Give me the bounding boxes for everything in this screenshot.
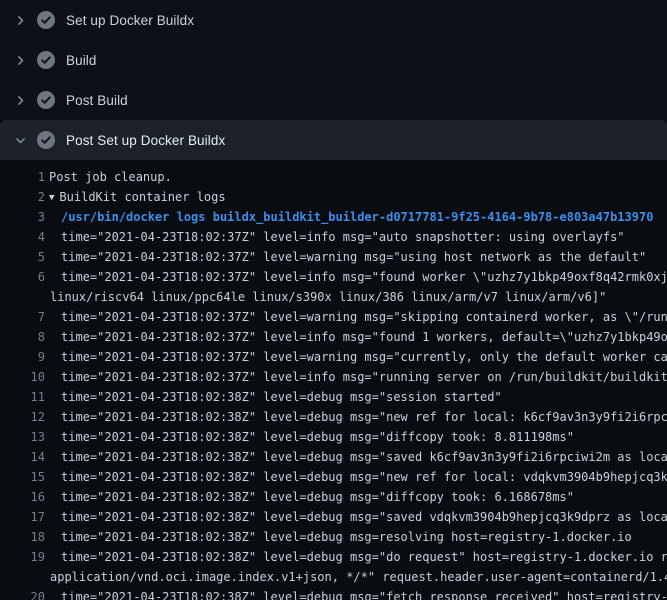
step-label: Build: [66, 53, 97, 68]
log-row: 5time="2021-04-23T18:02:37Z" level=warni…: [0, 247, 667, 267]
log-row: 15time="2021-04-23T18:02:38Z" level=debu…: [0, 467, 667, 487]
line-number[interactable]: 20: [0, 587, 45, 600]
chevron-right-icon[interactable]: [13, 13, 27, 27]
chevron-right-icon[interactable]: [13, 93, 27, 107]
line-number: [0, 567, 45, 587]
success-check-icon: [37, 131, 55, 149]
log-row: 18time="2021-04-23T18:02:38Z" level=debu…: [0, 527, 667, 547]
line-number[interactable]: 10: [0, 367, 45, 387]
line-number[interactable]: 1: [0, 167, 45, 187]
step-label: Post Set up Docker Buildx: [66, 133, 225, 148]
line-number[interactable]: 4: [0, 227, 45, 247]
line-number[interactable]: 18: [0, 527, 45, 547]
step-label: Set up Docker Buildx: [66, 13, 194, 28]
log-text: time="2021-04-23T18:02:38Z" level=debug …: [45, 587, 667, 600]
log-row: 9time="2021-04-23T18:02:37Z" level=warni…: [0, 347, 667, 367]
log-text: time="2021-04-23T18:02:37Z" level=info m…: [45, 367, 667, 387]
log-text: application/vnd.oci.image.index.v1+json,…: [45, 567, 667, 587]
log-row: 20time="2021-04-23T18:02:38Z" level=debu…: [0, 587, 667, 600]
chevron-right-icon[interactable]: [13, 53, 27, 67]
step-row[interactable]: Post Build: [0, 80, 667, 120]
line-number[interactable]: 6: [0, 267, 45, 287]
step-label: Post Build: [66, 93, 128, 108]
success-check-icon: [37, 91, 55, 109]
line-number[interactable]: 2: [0, 187, 45, 207]
log-text: time="2021-04-23T18:02:37Z" level=info m…: [45, 227, 625, 247]
log-text: time="2021-04-23T18:02:38Z" level=debug …: [45, 467, 667, 487]
log-text: time="2021-04-23T18:02:38Z" level=debug …: [45, 387, 502, 407]
line-number[interactable]: 8: [0, 327, 45, 347]
log-text: time="2021-04-23T18:02:38Z" level=debug …: [45, 527, 632, 547]
log-text: time="2021-04-23T18:02:37Z" level=warnin…: [45, 307, 667, 327]
log-text: ▼ BuildKit container logs: [45, 187, 226, 207]
log-text: time="2021-04-23T18:02:38Z" level=debug …: [45, 507, 667, 527]
log-row: 14time="2021-04-23T18:02:38Z" level=debu…: [0, 447, 667, 467]
log-text: time="2021-04-23T18:02:38Z" level=debug …: [45, 487, 574, 507]
log-row: 10time="2021-04-23T18:02:37Z" level=info…: [0, 367, 667, 387]
group-label[interactable]: BuildKit container logs: [59, 190, 225, 204]
line-number[interactable]: 9: [0, 347, 45, 367]
step-row[interactable]: Set up Docker Buildx: [0, 0, 667, 40]
line-number[interactable]: 16: [0, 487, 45, 507]
log-text: linux/riscv64 linux/ppc64le linux/s390x …: [45, 287, 606, 307]
log-row: application/vnd.oci.image.index.v1+json,…: [0, 567, 667, 587]
log-text: time="2021-04-23T18:02:37Z" level=info m…: [45, 327, 667, 347]
log-text: time="2021-04-23T18:02:38Z" level=debug …: [45, 547, 667, 567]
success-check-icon: [37, 11, 55, 29]
log-area: 1Post job cleanup.2▼ BuildKit container l…: [0, 160, 667, 600]
line-number[interactable]: 19: [0, 547, 45, 567]
log-row: linux/riscv64 linux/ppc64le linux/s390x …: [0, 287, 667, 307]
log-row: 1Post job cleanup.: [0, 167, 667, 187]
workflow-log-panel: Set up Docker Buildx Build Post Build Post …: [0, 0, 667, 600]
step-row[interactable]: Build: [0, 40, 667, 80]
log-text: time="2021-04-23T18:02:38Z" level=debug …: [45, 447, 667, 467]
log-text: time="2021-04-23T18:02:38Z" level=debug …: [45, 407, 667, 427]
log-row: 3/usr/bin/docker logs buildx_buildkit_bu…: [0, 207, 667, 227]
log-row: 16time="2021-04-23T18:02:38Z" level=debu…: [0, 487, 667, 507]
log-row: 2▼ BuildKit container logs: [0, 187, 667, 207]
steps-list: Set up Docker Buildx Build Post Build Post …: [0, 0, 667, 160]
log-text: time="2021-04-23T18:02:37Z" level=info m…: [45, 267, 667, 287]
group-toggle-icon[interactable]: ▼: [49, 188, 54, 208]
log-row: 13time="2021-04-23T18:02:38Z" level=debu…: [0, 427, 667, 447]
line-number[interactable]: 3: [0, 207, 45, 227]
success-check-icon: [37, 51, 55, 69]
line-number[interactable]: 17: [0, 507, 45, 527]
log-row: 12time="2021-04-23T18:02:38Z" level=debu…: [0, 407, 667, 427]
command-text: /usr/bin/docker logs buildx_buildkit_bui…: [45, 207, 653, 227]
line-number[interactable]: 7: [0, 307, 45, 327]
step-row[interactable]: Post Set up Docker Buildx: [0, 120, 667, 160]
log-row: 8time="2021-04-23T18:02:37Z" level=info …: [0, 327, 667, 347]
line-number[interactable]: 13: [0, 427, 45, 447]
log-text: time="2021-04-23T18:02:37Z" level=warnin…: [45, 347, 667, 367]
line-number[interactable]: 12: [0, 407, 45, 427]
log-row: 11time="2021-04-23T18:02:38Z" level=debu…: [0, 387, 667, 407]
line-number[interactable]: 5: [0, 247, 45, 267]
log-row: 19time="2021-04-23T18:02:38Z" level=debu…: [0, 547, 667, 567]
log-text: Post job cleanup.: [45, 167, 172, 187]
log-text: time="2021-04-23T18:02:37Z" level=warnin…: [45, 247, 646, 267]
log-row: 7time="2021-04-23T18:02:37Z" level=warni…: [0, 307, 667, 327]
chevron-down-icon[interactable]: [13, 133, 27, 147]
log-row: 17time="2021-04-23T18:02:38Z" level=debu…: [0, 507, 667, 527]
line-number[interactable]: 11: [0, 387, 45, 407]
line-number[interactable]: 15: [0, 467, 45, 487]
line-number[interactable]: 14: [0, 447, 45, 467]
log-text: time="2021-04-23T18:02:38Z" level=debug …: [45, 427, 574, 447]
log-row: 6time="2021-04-23T18:02:37Z" level=info …: [0, 267, 667, 287]
log-row: 4time="2021-04-23T18:02:37Z" level=info …: [0, 227, 667, 247]
line-number: [0, 287, 45, 307]
